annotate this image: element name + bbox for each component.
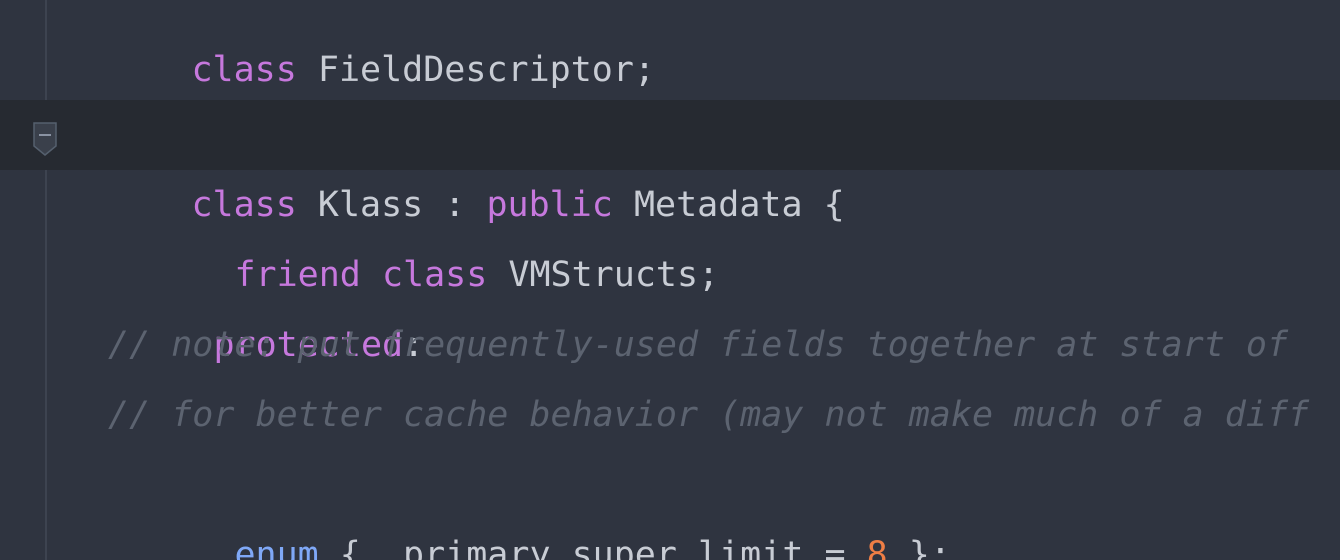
fold-marker-icon[interactable]: [33, 122, 57, 156]
code-text: { _primary_super_limit =: [318, 535, 867, 560]
code-line[interactable]: enum { _primary_super_limit = 8 };: [0, 450, 1340, 560]
comment: // for better cache behavior (may not ma…: [108, 395, 1310, 435]
code-line[interactable]: protected:: [0, 240, 1340, 365]
comment: // note: put frequently-used fields toge…: [108, 325, 1289, 365]
keyword: enum: [234, 535, 319, 560]
code-line-current[interactable]: class Klass : public Metadata {: [0, 100, 1340, 225]
code-line[interactable]: friend class VMStructs;: [0, 170, 1340, 295]
code-line-empty[interactable]: [0, 35, 1340, 105]
code-line[interactable]: // note: put frequently-used fields toge…: [0, 310, 1340, 380]
number-literal: 8: [866, 535, 888, 560]
code-text: };: [887, 535, 951, 560]
code-editor[interactable]: class FieldDescriptor; class Klass : pub…: [0, 0, 1340, 560]
code-line[interactable]: class FieldDescriptor;: [0, 0, 1340, 90]
code-line[interactable]: // for better cache behavior (may not ma…: [0, 380, 1340, 450]
